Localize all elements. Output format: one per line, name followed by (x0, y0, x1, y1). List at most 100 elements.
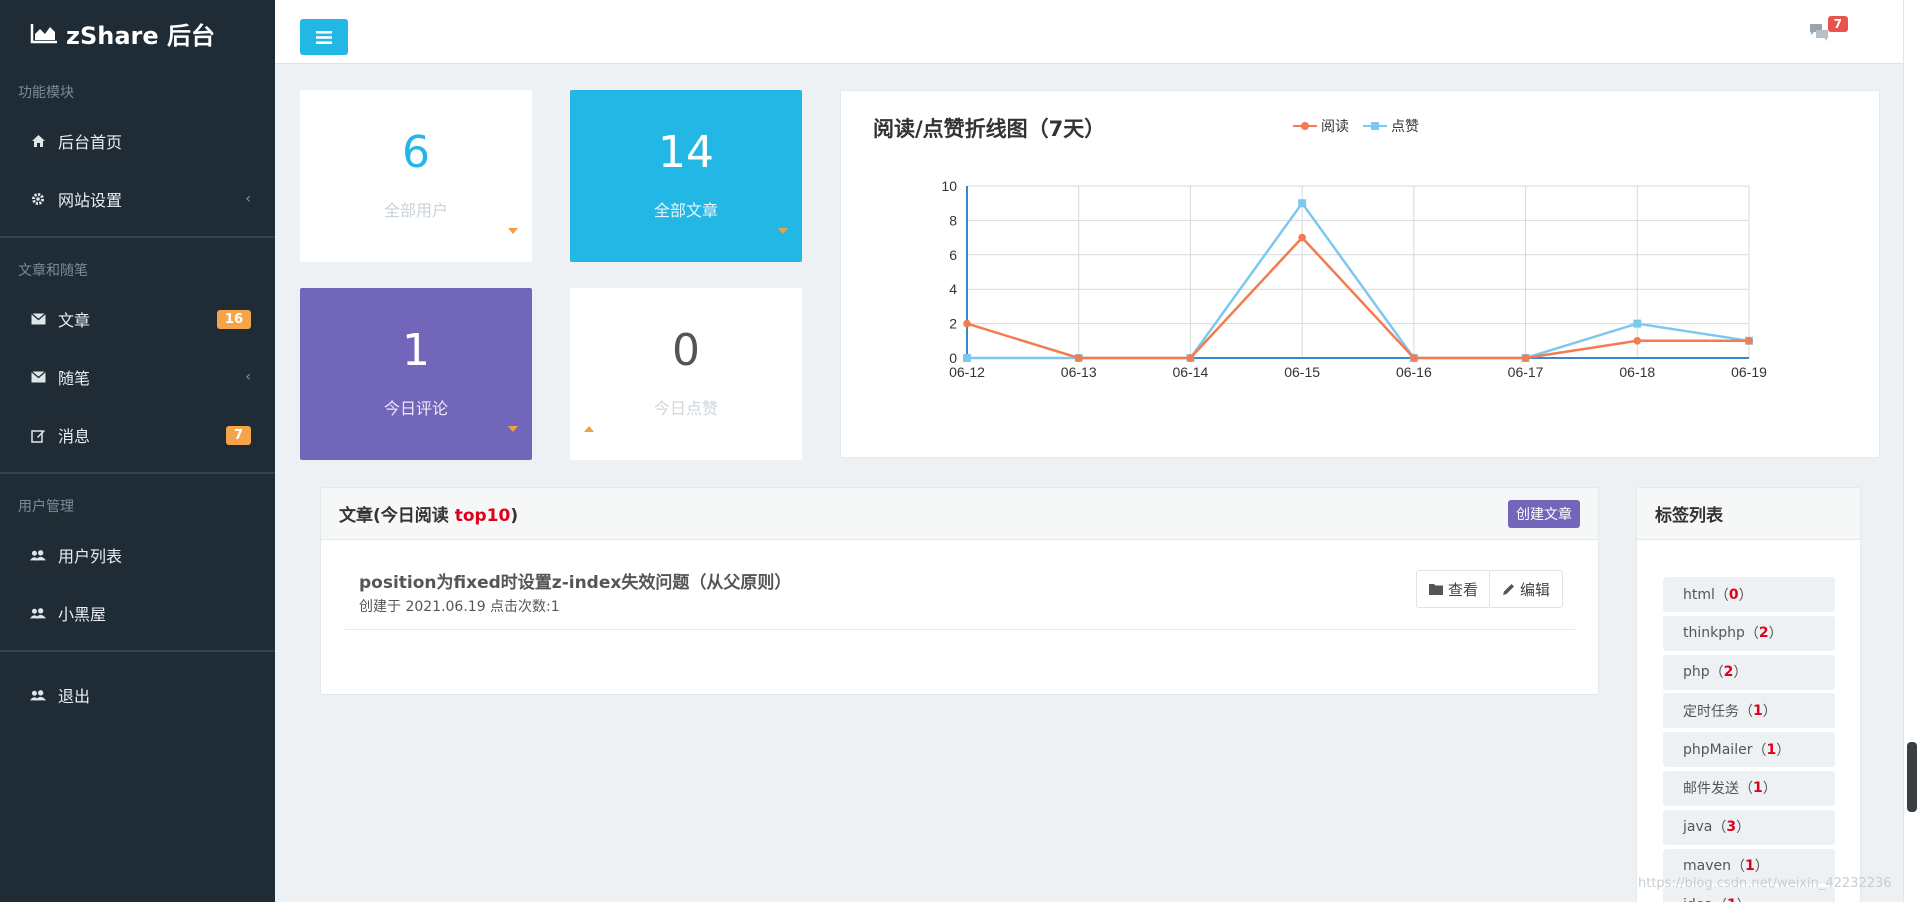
sidebar-item-label: 随笔 (58, 369, 91, 388)
tag-item[interactable]: phpMailer （1） (1663, 732, 1835, 768)
x-tick-label: 06-17 (1508, 364, 1544, 380)
sidebar: zShare 后台 功能模块 后台首页 网站设置 ‹ 文章和随笔 文章 16 随… (0, 0, 275, 902)
sidebar-item-label: 文章 (58, 311, 91, 330)
tag-name: maven (1683, 858, 1731, 875)
tag-name: idea (1683, 897, 1713, 902)
page-scrollbar[interactable] (1903, 0, 1920, 902)
article-row: position为fixed时设置z-index失效问题（从父原则） 创建于 2… (345, 568, 1575, 630)
sidebar-item-site-settings[interactable]: 网站设置 ‹ (0, 170, 275, 228)
tag-item[interactable]: 邮件发送（1） (1663, 770, 1835, 806)
message-badge: 7 (1827, 16, 1848, 32)
caret-up-icon (584, 426, 594, 432)
edit-label: 编辑 (1519, 580, 1550, 599)
sidebar-item-articles[interactable]: 文章 16 (0, 290, 275, 348)
sidebar-item-logout[interactable]: 退出 (0, 666, 275, 724)
envelope-icon (30, 369, 46, 385)
tag-name: java (1683, 819, 1713, 836)
tag-count: 2 (1723, 664, 1734, 681)
tag-count: 1 (1745, 858, 1755, 875)
y-tick-label: 4 (949, 281, 957, 297)
caret-down-icon (508, 228, 518, 234)
stat-card-today-comments[interactable]: 1 今日评论 (300, 288, 532, 460)
topbar: 7 (275, 0, 1920, 64)
sidebar-item-label: 退出 (58, 687, 91, 706)
data-point-reads (1186, 354, 1195, 362)
sidebar-item-label: 消息 (58, 427, 91, 446)
home-icon (30, 133, 46, 149)
data-point-likes (1298, 199, 1307, 208)
folder-icon (1428, 584, 1443, 595)
tag-name: html (1683, 586, 1715, 603)
tag-count: 3 (1726, 819, 1737, 836)
tag-panel-title: 标签列表 (1637, 488, 1860, 540)
edit-icon (30, 427, 46, 443)
edit-article-button[interactable]: 编辑 (1488, 570, 1563, 608)
sidebar-item-label: 用户列表 (58, 547, 123, 566)
view-article-button[interactable]: 查看 (1415, 570, 1491, 608)
sidebar-item-user-list[interactable]: 用户列表 (0, 526, 275, 584)
stat-card-today-likes[interactable]: 0 今日点赞 (570, 288, 802, 460)
brand-title: zShare 后台 (66, 21, 216, 50)
stat-value: 0 (672, 325, 700, 376)
series-line-reads (966, 235, 1749, 360)
sidebar-item-essays[interactable]: 随笔 ‹ (0, 348, 275, 406)
title-prefix: 文章(今日阅读 (339, 506, 455, 526)
section-title-users: 用户管理 (18, 499, 74, 515)
scrollbar-thumb[interactable] (1907, 742, 1917, 812)
article-title[interactable]: position为fixed时设置z-index失效问题（从父原则） (359, 568, 791, 593)
sidebar-item-blacklist[interactable]: 小黑屋 (0, 584, 275, 642)
y-tick-label: 2 (949, 316, 957, 332)
create-article-button[interactable]: 创建文章 (1508, 499, 1580, 528)
y-tick-label: 8 (949, 212, 957, 228)
messages-button[interactable]: 7 (1808, 16, 1848, 46)
tag-panel: 标签列表 html （0） thinkphp （2） php （2） 定时任务（1） … (1636, 487, 1861, 902)
x-tick-label: 06-19 (1731, 364, 1767, 380)
article-panel: 文章(今日阅读 top10) 创建文章 position为fixed时设置z-i… (320, 487, 1599, 695)
sidebar-item-messages[interactable]: 消息 7 (0, 406, 275, 464)
tag-count: 0 (1728, 586, 1739, 603)
stat-card-total-users[interactable]: 6 全部用户 (300, 90, 532, 262)
y-tick-label: 6 (949, 247, 957, 263)
article-panel-header: 文章(今日阅读 top10) 创建文章 (321, 488, 1598, 540)
data-point-reads (1410, 354, 1418, 362)
data-point-reads (963, 319, 971, 328)
series-line-likes (967, 201, 1750, 360)
sidebar-item-dashboard[interactable]: 后台首页 (0, 112, 275, 170)
stat-card-total-articles[interactable]: 14 全部文章 (570, 90, 802, 262)
envelope-icon (30, 311, 46, 327)
tag-item[interactable]: 定时任务（1） (1663, 693, 1835, 729)
data-point-reads (1521, 354, 1530, 362)
users-icon (30, 605, 46, 621)
tag-count: 1 (1727, 897, 1737, 902)
stat-value: 6 (402, 127, 430, 178)
chevron-left-icon: ‹ (245, 191, 251, 207)
stat-value: 14 (658, 127, 714, 178)
data-point-likes (963, 354, 971, 362)
tag-item[interactable]: php （2） (1663, 654, 1835, 690)
tag-item[interactable]: thinkphp （2） (1663, 615, 1835, 651)
tag-item[interactable]: html （0） (1663, 577, 1835, 612)
tag-name: phpMailer (1683, 741, 1753, 758)
x-tick-label: 06-12 (949, 364, 985, 380)
menu-toggle-button[interactable] (300, 19, 348, 55)
stat-label: 今日点赞 (653, 399, 718, 418)
view-label: 查看 (1447, 580, 1478, 599)
data-point-reads (1298, 233, 1306, 242)
tag-list: html （0） thinkphp （2） php （2） 定时任务（1） phpMa… (1663, 577, 1835, 902)
tag-item[interactable]: java （3） (1663, 809, 1835, 845)
section-title-features: 功能模块 (18, 85, 74, 101)
data-point-likes (1633, 319, 1642, 328)
article-meta: 创建于 2021.06.19 点击次数:1 (359, 599, 560, 615)
line-chart: 024681006-12 06-13 06-14 06-15 06-16 06-17 06-… (941, 178, 1767, 380)
users-icon (30, 687, 46, 703)
users-icon (30, 547, 46, 563)
title-suffix: ) (510, 506, 519, 526)
stat-label: 全部文章 (653, 201, 718, 220)
gear-icon (30, 191, 46, 207)
brand[interactable]: zShare 后台 (0, 0, 275, 66)
data-point-reads (1633, 337, 1642, 345)
tag-name: 邮件发送 (1683, 781, 1739, 798)
caret-down-icon (778, 228, 788, 234)
data-point-reads (1745, 337, 1753, 345)
